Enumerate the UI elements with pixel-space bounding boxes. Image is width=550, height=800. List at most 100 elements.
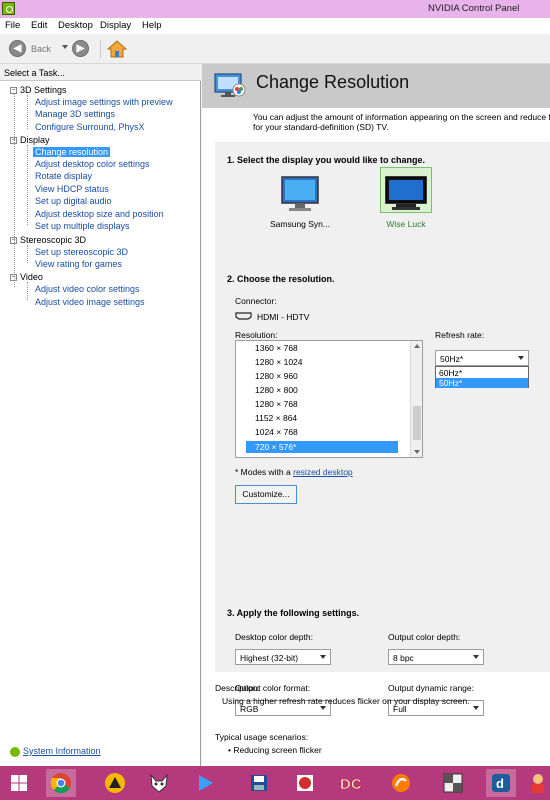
toolbar: ◀ Back ▶ [0,34,550,64]
resized-desktop-link[interactable]: resized desktop [293,467,353,477]
refresh-option-selected[interactable]: 50Hz* [436,378,528,388]
page-description: You can adjust the amount of information… [253,112,550,132]
category-3d-settings[interactable]: −3D Settings [10,85,67,95]
menu-display[interactable]: Display [100,20,131,31]
menu-file[interactable]: File [5,20,20,31]
forward-arrow-icon[interactable]: ▶ [72,40,89,57]
home-icon[interactable] [107,39,127,59]
category-stereoscopic-3d[interactable]: − Stereoscopic 3D [10,235,86,245]
modes-note: * Modes with a resized desktop [235,467,353,477]
svg-text:d: d [496,776,504,791]
tree-item-video-image[interactable]: Adjust video image settings [35,297,145,307]
aimp-icon[interactable] [100,769,130,797]
usage-item: • Reducing screen flicker [228,745,322,755]
collapse-icon[interactable]: − [10,87,17,95]
collapse-icon[interactable]: − [10,237,17,245]
person-app-icon[interactable] [525,769,550,797]
chrome-icon[interactable] [46,769,76,797]
resolution-option[interactable]: 1280 × 800 [255,385,298,395]
description-text: Using a higher refresh rate reduces flic… [222,696,470,706]
desktop-color-depth-select[interactable]: Highest (32-bit) [235,649,331,665]
d-app-icon[interactable]: d [486,769,516,797]
refresh-option[interactable]: 60Hz* [436,368,528,378]
tree-item-adjust-image-settings[interactable]: Adjust image settings with preview [35,97,173,107]
back-arrow-icon[interactable]: ◀ [9,40,26,57]
media-player-icon[interactable] [190,769,220,797]
tree-item-manage-3d-settings[interactable]: Manage 3D settings [35,109,115,119]
collapse-icon[interactable]: − [10,274,17,282]
category-video[interactable]: − Video [10,272,43,282]
scroll-down-icon[interactable] [414,450,420,454]
connector-value: HDMI - HDTV [257,312,310,322]
red-app-icon[interactable] [290,769,320,797]
resolution-scrollbar[interactable] [410,341,422,457]
display-wise-luck[interactable]: Wise Luck [373,175,439,229]
fox-icon[interactable] [144,769,174,797]
menu-desktop[interactable]: Desktop [58,20,93,31]
tree-item-adjust-desktop-color[interactable]: Adjust desktop color settings [35,159,150,169]
resolution-option[interactable]: 1024 × 768 [255,427,298,437]
task-tree-header: Select a Task... [0,64,201,81]
back-button-label[interactable]: Back [31,44,51,54]
collapse-icon[interactable]: − [10,137,17,145]
tree-item-setup-stereoscopic[interactable]: Set up stereoscopic 3D [35,247,128,257]
display-label: Wise Luck [386,219,426,229]
dc-app-icon[interactable]: DC [336,769,366,797]
toolbar-divider [100,40,101,58]
monitor-icon [385,176,427,210]
content-pane: Change Resolution You can adjust the amo… [202,64,550,766]
output-color-depth-select[interactable]: 8 bpc [388,649,484,665]
chess-app-icon[interactable] [438,769,468,797]
refresh-rate-dropdown: 60Hz* 50Hz* [435,366,529,388]
refresh-rate-label: Refresh rate: [435,330,485,340]
resolution-option[interactable]: 1360 × 768 [255,343,298,353]
change-resolution-icon [214,73,246,97]
window-title: NVIDIA Control Panel [428,3,520,14]
display-samsung[interactable]: Samsung Syn... [265,175,335,229]
menu-edit[interactable]: Edit [31,20,47,31]
tree-item-configure-surround[interactable]: Configure Surround, PhysX [35,122,145,132]
title-bar: NVIDIA Control Panel [0,0,550,18]
hdmi-icon [235,312,252,320]
resolution-option[interactable]: 1152 × 864 [255,413,297,423]
chevron-down-icon [473,655,479,659]
tree-item-digital-audio[interactable]: Set up digital audio [35,196,112,206]
tree-item-rotate-display[interactable]: Rotate display [35,171,92,181]
step1-heading: 1. Select the display you would like to … [227,155,426,165]
windows-start-icon[interactable] [4,769,34,797]
page-title: Change Resolution [256,72,410,92]
tree-item-change-resolution[interactable]: Change resolution [33,147,111,157]
nvidia-app-icon [2,2,15,15]
orange-app-icon[interactable] [386,769,416,797]
tree-connector [27,145,28,225]
save-app-icon[interactable] [244,769,274,797]
display-label: Samsung Syn... [269,219,330,229]
resolution-option[interactable]: 1280 × 960 [255,371,298,381]
tree-item-multiple-displays[interactable]: Set up multiple displays [35,221,130,231]
step3-heading: 3. Apply the following settings. [227,608,360,618]
tree-item-view-rating[interactable]: View rating for games [35,259,122,269]
resolution-option[interactable]: 1280 × 1024 [255,357,303,367]
scroll-thumb[interactable] [413,406,421,440]
scroll-up-icon[interactable] [414,344,420,348]
page-header: Change Resolution [202,64,550,108]
history-dropdown-icon[interactable] [62,45,68,49]
svg-text:DC: DC [340,776,362,793]
resolution-option-selected[interactable]: 720 × 576* [246,441,398,453]
customize-button[interactable]: Customize... [235,485,297,504]
menu-help[interactable]: Help [142,20,162,31]
desktop-color-depth-label: Desktop color depth: [235,632,313,642]
chevron-down-icon [320,655,326,659]
output-dynamic-range-label: Output dynamic range: [388,683,474,693]
resolution-list[interactable]: 1360 × 768 1280 × 1024 1280 × 960 1280 ×… [235,340,423,458]
info-icon [10,746,20,757]
menu-bar: File Edit Desktop Display Help [0,18,550,34]
resolution-option[interactable]: 1280 × 768 [255,399,298,409]
tree-item-desktop-size[interactable]: Adjust desktop size and position [35,209,164,219]
refresh-rate-select[interactable]: 50Hz* [435,350,529,366]
tree-item-video-color[interactable]: Adjust video color settings [35,284,140,294]
tree-item-view-hdcp[interactable]: View HDCP status [35,184,109,194]
category-display[interactable]: − Display [10,135,50,145]
settings-panel: 1. Select the display you would like to … [215,142,550,716]
system-information-link[interactable]: System Information [10,746,101,757]
